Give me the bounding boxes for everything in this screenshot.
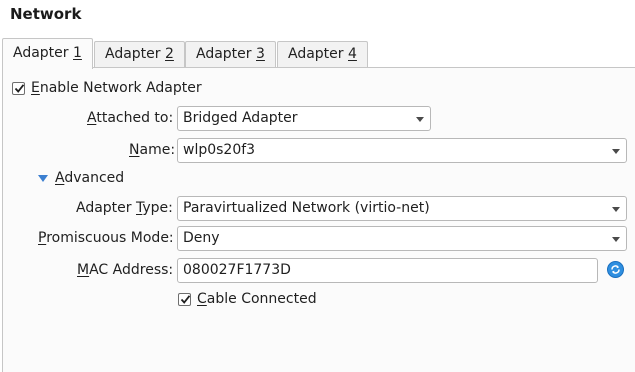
checkmark-icon	[180, 295, 191, 304]
tab-adapter-3-text: Adapter	[196, 46, 256, 62]
tab-adapter-2-mnemonic: 2	[165, 46, 174, 62]
attached-to-label-mnemonic: A	[87, 110, 97, 126]
enable-adapter-label-post: nable Network Adapter	[39, 80, 202, 96]
adapter-type-label-pre: Adapter	[76, 200, 136, 216]
enable-adapter-label[interactable]: Enable Network Adapter	[31, 80, 202, 96]
attached-to-label-post: ttached to:	[96, 110, 174, 126]
chevron-down-icon	[612, 149, 620, 154]
promiscuous-mode-label-post: romiscuous Mode:	[46, 230, 174, 246]
chevron-down-icon	[416, 117, 424, 122]
tab-adapter-4-mnemonic: 4	[348, 46, 357, 62]
tab-adapter-1-mnemonic: 1	[73, 45, 82, 61]
promiscuous-mode-select[interactable]: Deny	[177, 226, 627, 251]
advanced-toggle[interactable]: Advanced	[55, 170, 124, 186]
name-select[interactable]: wlp0s20f3	[177, 138, 627, 163]
cable-connected-label-mnemonic: C	[197, 291, 207, 307]
mac-address-label-post: AC Address:	[89, 262, 174, 278]
tab-adapter-4[interactable]: Adapter 4	[277, 41, 368, 68]
name-label-mnemonic: N	[129, 142, 140, 158]
refresh-arrows-glyph	[611, 265, 620, 274]
tab-adapter-1[interactable]: Adapter 1	[2, 38, 93, 69]
refresh-mac-icon[interactable]	[607, 261, 624, 278]
cable-connected-checkbox[interactable]	[178, 293, 191, 306]
tab-adapter-4-text: Adapter	[288, 46, 348, 62]
enable-adapter-checkbox[interactable]	[12, 82, 25, 95]
adapter-type-label: Adapter Type:	[76, 200, 173, 216]
chevron-down-icon	[612, 207, 620, 212]
enable-adapter-label-mnemonic: E	[31, 80, 40, 96]
mac-address-label: MAC Address:	[77, 262, 173, 278]
disclosure-triangle-icon[interactable]	[38, 175, 48, 182]
promiscuous-mode-label: Promiscuous Mode:	[38, 230, 174, 246]
name-value: wlp0s20f3	[183, 142, 256, 158]
tab-adapter-3-mnemonic: 3	[256, 46, 265, 62]
tab-adapter-2[interactable]: Adapter 2	[94, 41, 185, 68]
cable-connected-label[interactable]: Cable Connected	[197, 291, 317, 307]
tab-adapter-3[interactable]: Adapter 3	[185, 41, 276, 68]
mac-address-input[interactable]: 080027F1773D	[177, 258, 598, 283]
advanced-label-mnemonic: A	[55, 170, 65, 186]
name-label-post: ame:	[139, 142, 176, 158]
adapter-type-value: Paravirtualized Network (virtio-net)	[183, 200, 430, 216]
attached-to-value: Bridged Adapter	[183, 110, 298, 126]
promiscuous-mode-label-mnemonic: P	[38, 230, 47, 246]
adapter-type-select[interactable]: Paravirtualized Network (virtio-net)	[177, 196, 627, 221]
advanced-label-post: dvanced	[64, 170, 125, 186]
promiscuous-mode-value: Deny	[183, 230, 220, 246]
mac-address-label-mnemonic: M	[77, 262, 90, 278]
name-label: Name:	[129, 142, 175, 158]
mac-address-value: 080027F1773D	[183, 262, 291, 278]
attached-to-select[interactable]: Bridged Adapter	[177, 106, 431, 131]
tab-adapter-1-text: Adapter	[13, 45, 73, 61]
cable-connected-label-post: able Connected	[206, 291, 317, 307]
tab-adapter-2-text: Adapter	[105, 46, 165, 62]
adapter-type-label-post: ype:	[142, 200, 173, 216]
attached-to-label: Attached to:	[87, 110, 173, 126]
section-title: Network	[10, 5, 82, 23]
chevron-down-icon	[612, 237, 620, 242]
checkmark-icon	[14, 84, 25, 93]
